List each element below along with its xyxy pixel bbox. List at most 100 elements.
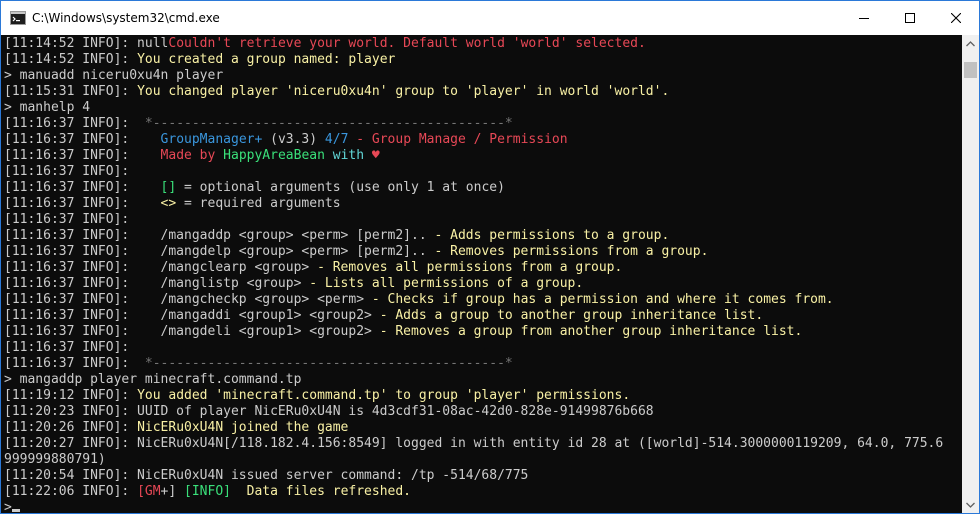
console-text-segment: You added 'minecraft.command.tp' to grou…	[137, 388, 631, 403]
console-text-segment: [11:16:37 INFO]:	[4, 180, 161, 195]
close-button[interactable]	[933, 1, 979, 35]
console-text-segment: > manhelp 4	[4, 100, 91, 115]
console-text-segment: (v3.3)	[270, 132, 325, 147]
console-text-segment: []	[160, 180, 185, 195]
console-line: [11:15:31 INFO]: You changed player 'nic…	[4, 84, 962, 100]
console-line: [11:20:27 INFO]: NicERu0xU4N[/118.182.4.…	[4, 436, 962, 452]
console-line: [11:14:52 INFO]: nullCouldn't retrieve y…	[4, 36, 962, 52]
console-text-segment: > manuadd niceru0xu4n player	[4, 68, 224, 83]
console-text-segment: - Adds permissions to a group.	[434, 228, 670, 243]
console-text-segment: [11:16:37 INFO]: /manglistp <group>	[4, 276, 310, 291]
console-text-segment: >	[4, 500, 12, 513]
console-line: [11:16:37 INFO]: /mangaddp <group> <perm…	[4, 228, 962, 244]
window-title: C:\Windows\system32\cmd.exe	[32, 11, 220, 25]
console-text-segment: [11:16:37 INFO]: /mangaddp <group> <perm…	[4, 228, 435, 243]
console-text-segment: with	[332, 148, 372, 163]
console-line: [11:19:12 INFO]: You added 'minecraft.co…	[4, 388, 962, 404]
console-line: [11:14:52 INFO]: You created a group nam…	[4, 52, 962, 68]
console-text-segment: NicERu0xU4N joined the game	[137, 420, 349, 435]
console-text-segment: [11:14:52 INFO]: null	[4, 36, 169, 51]
console-text-segment: [11:16:37 INFO]: /mangdelp <group> <perm…	[4, 244, 435, 259]
console-line: [11:16:37 INFO]: GroupManager+ (v3.3) 4/…	[4, 132, 962, 148]
console-text-segment: [GM	[137, 484, 161, 499]
maximize-button[interactable]	[887, 1, 933, 35]
console-text-segment: - Adds a group to another group inherita…	[379, 308, 764, 323]
cmd-window: C:\Windows\system32\cmd.exe [11:14:52 IN…	[0, 0, 980, 514]
console-text-segment: *---------------------------------------…	[144, 356, 513, 371]
scrollbar-thumb[interactable]	[964, 62, 977, 78]
console-text-segment: [11:16:37 INFO]:	[4, 212, 130, 227]
arrow-down-icon	[966, 502, 975, 508]
vertical-scrollbar[interactable]	[962, 35, 979, 513]
console-text-segment: [11:16:37 INFO]: /mangdeli <group1> <gro…	[4, 324, 380, 339]
console-text-segment: [11:16:37 INFO]:	[4, 356, 145, 371]
console-line: 999999880791)	[4, 452, 962, 468]
console-text-segment: > mangaddp player minecraft.command.tp	[4, 372, 302, 387]
console-text-segment: You changed player 'niceru0xu4n' group t…	[137, 84, 670, 99]
console-text-segment: Couldn't retrieve your world. Default wo…	[168, 36, 646, 51]
console-text-segment: 999999880791)	[4, 452, 106, 467]
console-text-segment: [11:20:23 INFO]: UUID of player NicERu0x…	[4, 404, 654, 419]
console-text-segment: - Removes permissions from a group.	[434, 244, 709, 259]
console-line: [11:22:06 INFO]: [GM+] [INFO] Data files…	[4, 484, 962, 500]
window-controls	[841, 1, 979, 35]
console-line: [11:16:37 INFO]: /manglistp <group> - Li…	[4, 276, 962, 292]
close-icon	[951, 13, 961, 23]
console-text-segment: GroupManager+	[160, 132, 271, 147]
console-line: > manuadd niceru0xu4n player	[4, 68, 962, 84]
console-line: [11:16:37 INFO]: <> = required arguments	[4, 196, 962, 212]
console-text-segment: *---------------------------------------…	[144, 116, 513, 131]
console-text-segment: = required arguments	[184, 196, 341, 211]
minimize-button[interactable]	[841, 1, 887, 35]
console-line: [11:16:37 INFO]: /mangdeli <group1> <gro…	[4, 324, 962, 340]
console-line: [11:16:37 INFO]: *----------------------…	[4, 356, 962, 372]
console-text-segment: [11:16:37 INFO]:	[4, 196, 161, 211]
console-text-segment: [11:16:37 INFO]:	[4, 148, 161, 163]
console-line: [11:16:37 INFO]:	[4, 212, 962, 228]
console-line: [11:16:37 INFO]: [] = optional arguments…	[4, 180, 962, 196]
console-line: >	[4, 500, 962, 513]
console-text-segment: - Lists all permissions of a group.	[309, 276, 584, 291]
console-text-segment: - Removes a group from another group inh…	[379, 324, 803, 339]
console-line: > mangaddp player minecraft.command.tp	[4, 372, 962, 388]
console-line: [11:16:37 INFO]:	[4, 340, 962, 356]
console-text-segment: Data files refreshed.	[231, 484, 412, 499]
console-line: [11:16:37 INFO]: /mangclearp <group> - R…	[4, 260, 962, 276]
console-line: [11:16:37 INFO]: /mangdelp <group> <perm…	[4, 244, 962, 260]
console-lines: [11:14:52 INFO]: nullCouldn't retrieve y…	[4, 36, 962, 513]
console-text-segment: [11:16:37 INFO]:	[4, 132, 161, 147]
console-text-segment: - Checks if group has a permission and w…	[371, 292, 834, 307]
console-text-segment: [11:15:31 INFO]:	[4, 84, 138, 99]
console-line: [11:20:54 INFO]: NicERu0xU4N issued serv…	[4, 468, 962, 484]
console-line: > manhelp 4	[4, 100, 962, 116]
console-text-segment: You created a group named: player	[137, 52, 396, 67]
console-text-segment: [11:16:37 INFO]:	[4, 116, 145, 131]
console-text-segment: [11:20:27 INFO]: NicERu0xU4N[/118.182.4.…	[4, 436, 944, 451]
minimize-icon	[859, 18, 869, 19]
console-text-segment: [11:20:54 INFO]: NicERu0xU4N issued serv…	[4, 468, 529, 483]
console-text-segment: [11:16:37 INFO]:	[4, 164, 130, 179]
console-text-segment: [11:16:37 INFO]: /mangcheckp <group> <pe…	[4, 292, 372, 307]
console-text-segment: ♥	[371, 148, 380, 163]
console-text-segment: [11:16:37 INFO]: /mangaddi <group1> <gro…	[4, 308, 380, 323]
console-line: [11:16:37 INFO]: /mangcheckp <group> <pe…	[4, 292, 962, 308]
console-text-segment: - Group Manage / Permission	[356, 132, 568, 147]
cmd-icon[interactable]	[10, 11, 26, 25]
text-cursor	[11, 509, 20, 512]
console-text-segment: = optional arguments (use only 1 at once…	[184, 180, 505, 195]
console-text-segment: [11:20:26 INFO]:	[4, 420, 138, 435]
console-line: [11:20:23 INFO]: UUID of player NicERu0x…	[4, 404, 962, 420]
console-output[interactable]: [11:14:52 INFO]: nullCouldn't retrieve y…	[1, 35, 963, 513]
console-line: [11:16:37 INFO]: *----------------------…	[4, 116, 962, 132]
scroll-up-button[interactable]	[962, 35, 979, 52]
console-line: [11:16:37 INFO]:	[4, 164, 962, 180]
console-text-segment: [11:22:06 INFO]:	[4, 484, 138, 499]
console-text-segment: HappyAreaBean	[223, 148, 333, 163]
console-line: [11:16:37 INFO]: Made by HappyAreaBean w…	[4, 148, 962, 164]
console-text-segment: [INFO]	[184, 484, 231, 499]
title-bar[interactable]: C:\Windows\system32\cmd.exe	[1, 1, 979, 35]
console-text-segment: Made by	[160, 148, 224, 163]
console-text-segment: [11:16:37 INFO]: /mangclearp <group>	[4, 260, 318, 275]
console-text-segment: [11:19:12 INFO]:	[4, 388, 138, 403]
scroll-down-button[interactable]	[962, 496, 979, 513]
